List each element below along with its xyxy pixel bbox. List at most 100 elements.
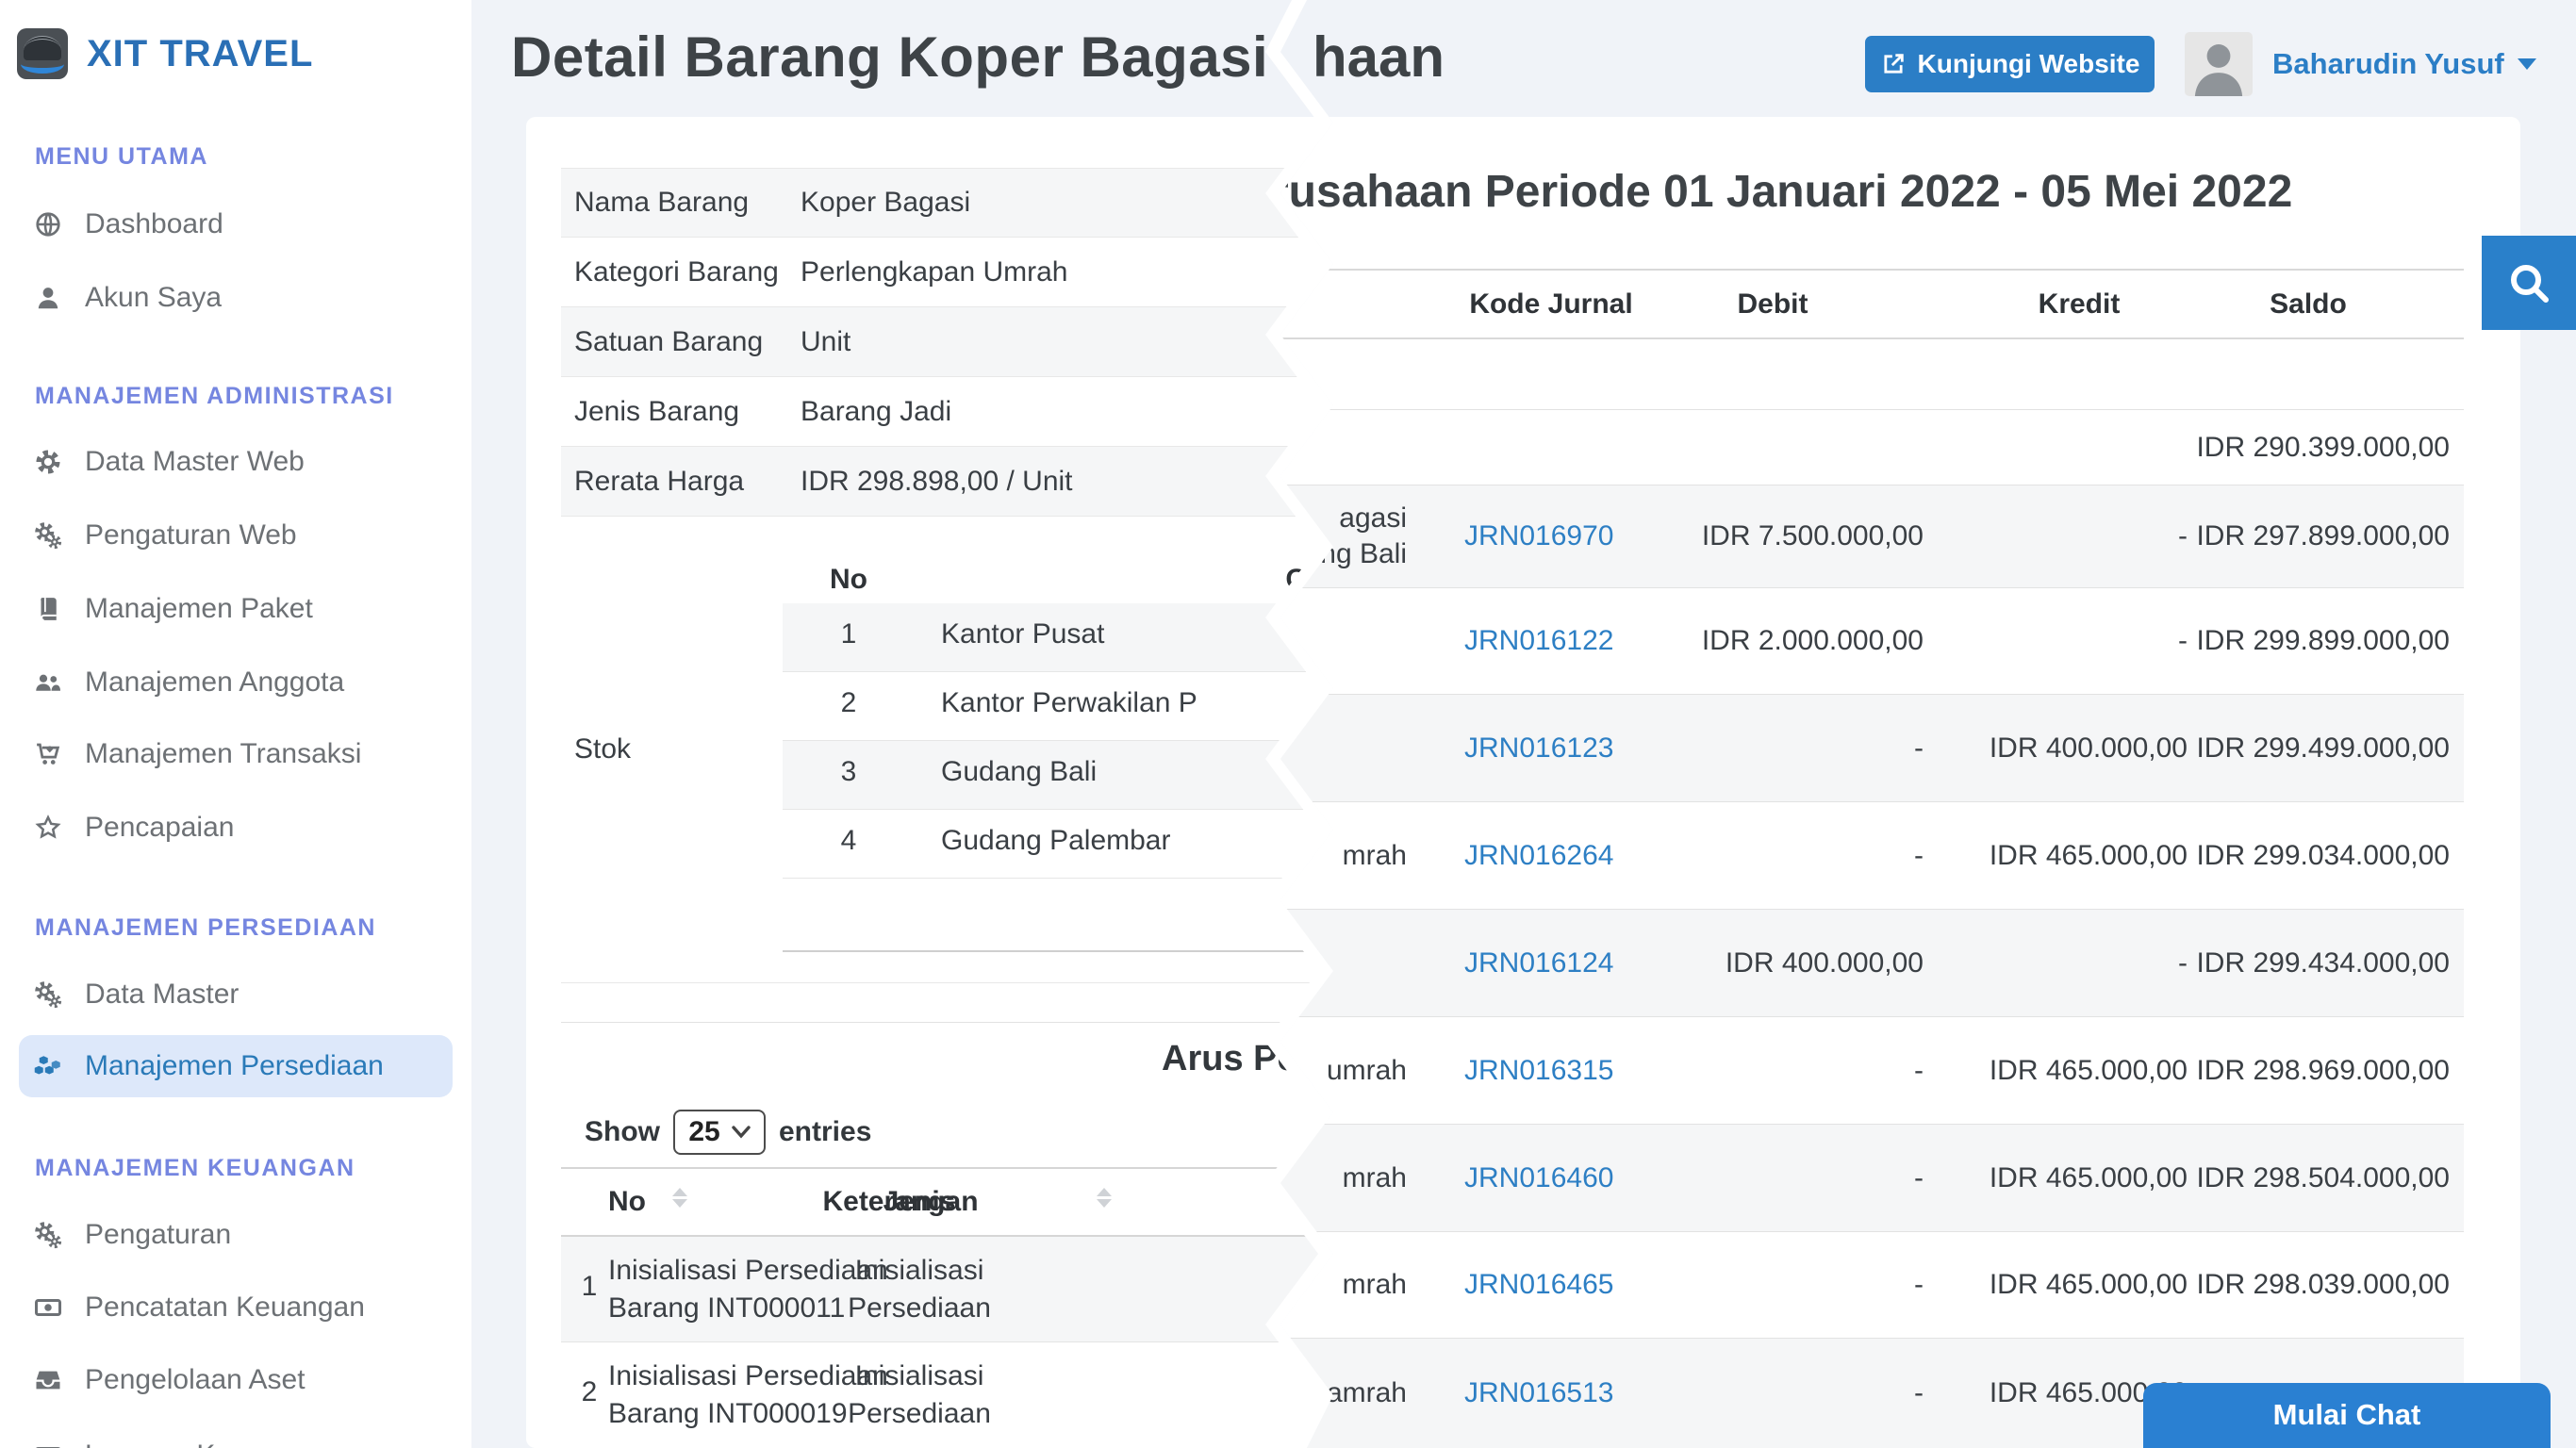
visit-website-button[interactable]: Kunjungi Website: [1865, 36, 2155, 92]
cell-debit: IDR 400.000,00: [1622, 947, 1924, 979]
sidebar-item-label: Data Master Web: [85, 446, 305, 478]
cell-saldo: IDR 299.899.000,00: [2138, 625, 2450, 657]
keterangan-fragment: umrah: [1327, 1053, 1407, 1089]
sidebar-item-label: Data Master: [85, 979, 239, 1011]
chat-button[interactable]: Mulai Chat: [2143, 1383, 2551, 1448]
sidebar-item-data-master-web[interactable]: Data Master Web: [19, 437, 453, 486]
stok-no: 1: [783, 618, 915, 650]
gears-icon: [34, 521, 62, 550]
keterangan-fragment: agasing Bali: [1320, 501, 1407, 572]
kode-jurnal-link[interactable]: JRN016124: [1464, 947, 1634, 979]
kode-jurnal-link[interactable]: JRN016123: [1464, 732, 1634, 765]
gears-icon: [34, 980, 62, 1009]
sidebar: XIT TRAVEL MENU UTAMA Dashboard Akun Say…: [0, 0, 471, 1448]
cell-saldo: IDR 298.504.000,00: [2138, 1162, 2450, 1194]
field-value: Barang Jadi: [801, 396, 951, 428]
sidebar-item-label: Dashboard: [85, 208, 223, 240]
journal-row: mrah JRN016460 - IDR 465.000,00 IDR 298.…: [1131, 1125, 2464, 1232]
sidebar-item-label: Manajemen Anggota: [85, 666, 344, 699]
cell-saldo: IDR 298.969.000,00: [2138, 1055, 2450, 1087]
stok-gudang: Kantor Pusat: [941, 618, 1104, 650]
sidebar-item-label: Pengaturan Web: [85, 519, 297, 551]
person-icon: [2185, 32, 2253, 96]
sidebar-item-label: Pengelolaan Aset: [85, 1364, 305, 1396]
section-label: MENU UTAMA: [35, 143, 208, 171]
cell-saldo: IDR 297.899.000,00: [2138, 520, 2450, 552]
sidebar-item-manajemen-persediaan[interactable]: Manajemen Persediaan: [19, 1035, 453, 1097]
cell-saldo: IDR 290.399.000,00: [2138, 432, 2450, 464]
cell-saldo: IDR 299.434.000,00: [2138, 947, 2450, 979]
sidebar-item-label: Manajemen Transaksi: [85, 738, 361, 770]
col-jenis[interactable]: Jenis: [830, 1186, 1009, 1218]
user-icon: [34, 284, 62, 312]
kode-jurnal-link[interactable]: JRN016122: [1464, 625, 1634, 657]
kode-jurnal-link[interactable]: JRN016465: [1464, 1269, 1634, 1301]
sidebar-item-akun-saya[interactable]: Akun Saya: [19, 273, 453, 322]
sidebar-item-pencatatan-keuangan[interactable]: Pencatatan Keuangan: [19, 1283, 453, 1332]
sidebar-item-label: Akun Saya: [85, 282, 222, 314]
cell-saldo: IDR 299.034.000,00: [2138, 840, 2450, 872]
section-label: MANAJEMEN PERSEDIAAN: [35, 914, 376, 942]
cell-debit: -: [1622, 1269, 1924, 1301]
kode-jurnal-link[interactable]: JRN016315: [1464, 1055, 1634, 1087]
gear-icon: [34, 448, 62, 476]
sidebar-item-laporan-keuangan[interactable]: Laporan Keuangan: [19, 1431, 453, 1448]
journal-row: JRN016122 IDR 2.000.000,00 - IDR 299.899…: [1131, 588, 2464, 695]
cell-debit: IDR 7.500.000,00: [1622, 520, 1924, 552]
sidebar-item-pengaturan[interactable]: Pengaturan: [19, 1210, 453, 1259]
kode-jurnal-link[interactable]: JRN016970: [1464, 520, 1634, 552]
money-icon: [34, 1441, 62, 1448]
journal-row: JRN016124 IDR 400.000,00 - IDR 299.434.0…: [1131, 910, 2464, 1017]
field-label: Satuan Barang: [574, 326, 763, 358]
cell-debit: -: [1622, 1055, 1924, 1087]
field-value: Koper Bagasi: [801, 187, 970, 219]
gears-icon: [34, 1221, 62, 1249]
visit-website-label: Kunjungi Website: [1918, 49, 2140, 79]
cell-debit: IDR 2.000.000,00: [1622, 625, 1924, 657]
keterangan-fragment: mrah: [1343, 838, 1407, 874]
journal-row: umrah JRN016315 - IDR 465.000,00 IDR 298…: [1131, 1017, 2464, 1125]
entries-select[interactable]: 25: [673, 1110, 766, 1155]
field-label: Jenis Barang: [574, 396, 739, 428]
kode-jurnal-link[interactable]: JRN016460: [1464, 1162, 1634, 1194]
cubes-icon: [34, 1052, 62, 1080]
chat-button-label: Mulai Chat: [2273, 1398, 2421, 1432]
sidebar-item-label: Pengaturan: [85, 1219, 231, 1251]
sidebar-item-pengelolaan-aset[interactable]: Pengelolaan Aset: [19, 1356, 453, 1405]
sidebar-item-data-master[interactable]: Data Master: [19, 970, 453, 1019]
keterangan-fragment: mrah: [1343, 1160, 1407, 1196]
cell-debit: -: [1622, 1377, 1924, 1409]
user-menu[interactable]: Baharudin Yusuf: [2272, 32, 2536, 96]
sidebar-item-pengaturan-web[interactable]: Pengaturan Web: [19, 511, 453, 560]
tray-icon: [34, 1366, 62, 1394]
users-icon: [34, 668, 62, 697]
field-label: Rerata Harga: [574, 466, 744, 498]
cell-jenis: Inisialisasi Persediaan: [830, 1252, 1009, 1327]
sort-icon[interactable]: [1097, 1188, 1112, 1208]
stok-gudang: Gudang Bali: [941, 756, 1097, 788]
kode-jurnal-link[interactable]: JRN016264: [1464, 840, 1634, 872]
user-name: Baharudin Yusuf: [2272, 47, 2504, 81]
stok-col-no: No: [783, 558, 915, 605]
sidebar-item-label: Manajemen Paket: [85, 593, 313, 625]
sidebar-item-pencapaian[interactable]: Pencapaian: [19, 803, 453, 852]
sidebar-item-label: Pencatatan Keuangan: [85, 1292, 365, 1324]
col-no[interactable]: No: [585, 1186, 669, 1218]
stok-no: 4: [783, 825, 915, 857]
brand[interactable]: XIT TRAVEL: [17, 28, 313, 79]
col-kredit: Kredit: [1971, 288, 2188, 321]
globe-icon: [34, 210, 62, 239]
journal-row: IDR 290.399.000,00: [1131, 410, 2464, 485]
caret-down-icon: [2518, 58, 2536, 70]
sidebar-item-manajemen-anggota[interactable]: Manajemen Anggota: [19, 658, 453, 707]
sidebar-item-manajemen-transaksi[interactable]: Manajemen Transaksi: [19, 730, 453, 779]
journal-row: agasing Bali JRN016970 IDR 7.500.000,00 …: [1131, 485, 2464, 588]
search-button[interactable]: [2482, 236, 2576, 330]
sort-icon[interactable]: [672, 1188, 687, 1208]
kode-jurnal-link[interactable]: JRN016513: [1464, 1377, 1634, 1409]
avatar[interactable]: [2185, 32, 2253, 96]
col-kode-jurnal: Kode Jurnal: [1452, 288, 1650, 321]
sidebar-item-dashboard[interactable]: Dashboard: [19, 200, 453, 249]
brand-name: XIT TRAVEL: [87, 33, 313, 75]
sidebar-item-manajemen-paket[interactable]: Manajemen Paket: [19, 584, 453, 634]
